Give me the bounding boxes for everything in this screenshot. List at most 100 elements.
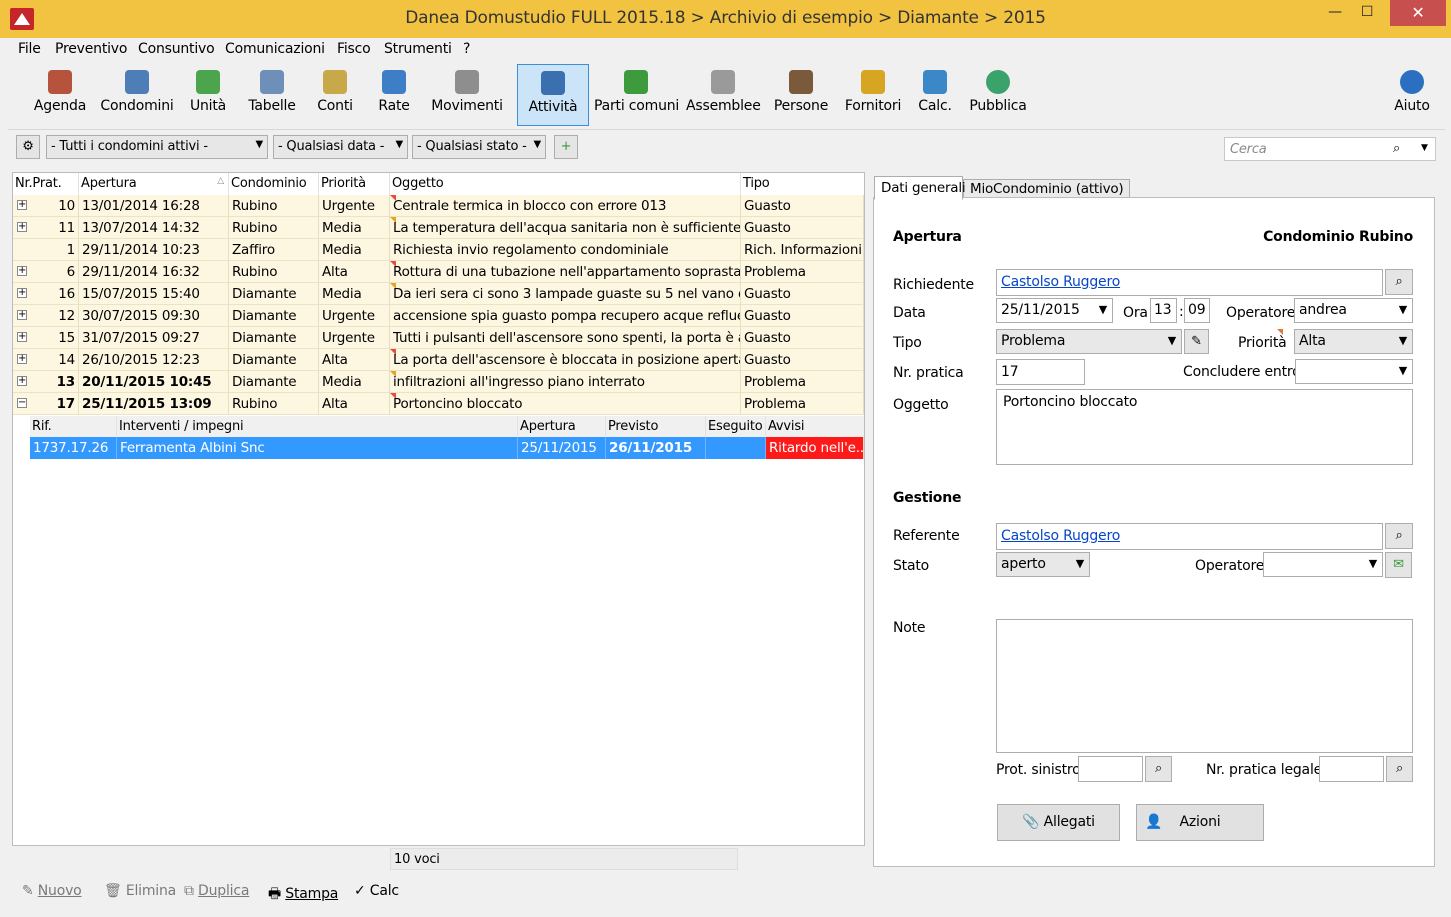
toolbar-movimenti-button[interactable]: Movimenti — [428, 64, 506, 126]
stampa-button[interactable]: 🖶 Stampa — [268, 883, 338, 907]
table-row[interactable]: −17 25/11/2015 13:09 Rubino Alta Portoncino … — [13, 393, 864, 415]
toolbar-parti-comuni-button[interactable]: Parti comuni — [594, 64, 679, 126]
toolbar-attivita-button[interactable]: Attività — [517, 64, 589, 126]
pratica-field[interactable]: 17 — [996, 359, 1085, 385]
duplica-button[interactable]: ⧉ Duplica — [184, 883, 249, 899]
azioni-button[interactable]: 👤 Azioni — [1136, 804, 1264, 841]
sub-col-previsto[interactable]: Previsto — [606, 416, 706, 438]
calc-button[interactable]: ✓ Calc — [354, 883, 399, 899]
date-filter-select[interactable]: - Qualsiasi data - ▼ — [273, 135, 408, 159]
toolbar-unita-button[interactable]: Unità — [182, 64, 234, 126]
menu-preventivo[interactable]: Preventivo — [55, 41, 127, 57]
toolbar-rate-button[interactable]: Rate — [370, 64, 418, 126]
state-filter-select[interactable]: - Qualsiasi stato - ▼ — [412, 135, 546, 159]
referente-field[interactable]: Castolso Ruggero — [996, 523, 1383, 550]
toolbar-persone-button[interactable]: Persone — [770, 64, 832, 126]
data-date-picker[interactable]: 25/11/2015 ▼ — [996, 298, 1113, 323]
oggetto-textarea[interactable]: Portoncino bloccato — [996, 389, 1413, 465]
nuovo-button[interactable]: ✎ Nuovo — [22, 883, 82, 899]
tipo-select[interactable]: Problema ▼ — [996, 329, 1182, 354]
sub-col-interventi[interactable]: Interventi / impegni — [117, 416, 518, 438]
cell-priorita: Media — [319, 283, 390, 305]
table-row[interactable]: +12 30/07/2015 09:30 Diamante Urgente accens… — [13, 305, 864, 327]
concludere-select[interactable]: ▼ — [1295, 359, 1413, 384]
table-row[interactable]: +13 20/11/2015 10:45 Diamante Media infiltra… — [13, 371, 864, 393]
search-icon: ⌕ — [1395, 761, 1404, 776]
prot-search-button[interactable]: ⌕ — [1145, 756, 1172, 782]
col-header-apertura[interactable]: Apertura △ — [79, 173, 229, 195]
search-placeholder: Cerca — [1230, 142, 1267, 157]
priorita-select[interactable]: Alta ▼ — [1294, 329, 1413, 354]
toolbar-fornitori-button[interactable]: Fornitori — [842, 64, 904, 126]
table-row[interactable]: +10 13/01/2014 16:28 Rubino Urgente Centrale… — [13, 195, 864, 217]
toolbar-calc-button[interactable]: Calc. — [914, 64, 956, 126]
toolbar-conti-button[interactable]: Conti — [310, 64, 360, 126]
maximize-button[interactable]: ☐ — [1352, 4, 1382, 26]
menu-help[interactable]: ? — [463, 41, 470, 57]
allegati-button[interactable]: 📎 Allegati — [997, 804, 1120, 841]
sub-table-row[interactable]: 1737.17.26 Ferramenta Albini Snc 25/11/2… — [30, 437, 864, 459]
table-row[interactable]: +6 29/11/2014 16:32 Rubino Alta Rottura di u… — [13, 261, 864, 283]
menu-strumenti[interactable]: Strumenti — [384, 41, 452, 57]
referente-search-button[interactable]: ⌕ — [1385, 523, 1413, 549]
sub-col-apertura[interactable]: Apertura — [518, 416, 606, 438]
note-label: Note — [893, 620, 926, 636]
search-input[interactable]: Cerca ⌕ ▼ — [1224, 137, 1436, 161]
prot-field[interactable] — [1078, 756, 1143, 782]
richiedente-link[interactable]: Castolso Ruggero — [1001, 274, 1120, 290]
col-header-nr[interactable]: Nr.Prat. — [13, 173, 79, 195]
chevron-down-icon[interactable]: ▼ — [1421, 143, 1428, 153]
cell-condominio: Diamante — [229, 371, 319, 393]
toolbar-condomini-button[interactable]: Condomini — [100, 64, 174, 126]
settings-gear-button[interactable]: ⚙ — [16, 135, 40, 159]
toolbar-agenda-button[interactable]: Agenda — [28, 64, 92, 126]
richiedente-field[interactable]: Castolso Ruggero — [996, 269, 1383, 296]
tab-dati-generali[interactable]: Dati generali — [874, 176, 966, 200]
house-icon — [48, 70, 72, 94]
cell-condominio: Rubino — [229, 261, 319, 283]
sub-cell-intervento: Ferramenta Albini Snc — [117, 437, 518, 459]
menu-fisco[interactable]: Fisco — [337, 41, 371, 57]
main-toolbar: Agenda Condomini Unità Tabelle Conti Rat… — [8, 62, 1445, 130]
table-row[interactable]: +15 31/07/2015 09:27 Diamante Urgente Tutti … — [13, 327, 864, 349]
new-icon: ✎ — [22, 883, 38, 899]
menu-consuntivo[interactable]: Consuntivo — [138, 41, 215, 57]
sub-col-rif[interactable]: Rif. — [30, 416, 117, 438]
table-row[interactable]: +11 13/07/2014 14:32 Rubino Media La tempera… — [13, 217, 864, 239]
condomini-filter-select[interactable]: - Tutti i condomini attivi - ▼ — [46, 135, 268, 159]
table-row[interactable]: +14 26/10/2015 12:23 Diamante Alta La porta … — [13, 349, 864, 371]
col-header-priorita[interactable]: Priorità — [319, 173, 390, 195]
close-button[interactable]: ✕ — [1390, 0, 1446, 26]
sub-col-eseguito[interactable]: Eseguito — [706, 416, 766, 438]
legale-field[interactable] — [1319, 756, 1384, 782]
operatore-send-button[interactable]: ✉ — [1385, 552, 1412, 578]
col-header-oggetto[interactable]: Oggetto — [390, 173, 741, 195]
stato-select[interactable]: aperto ▼ — [996, 552, 1090, 577]
menu-file[interactable]: File — [18, 41, 41, 57]
operatore2-select[interactable]: ▼ — [1263, 552, 1383, 577]
cubes-icon — [196, 70, 220, 94]
sub-col-avvisi[interactable]: Avvisi — [766, 416, 864, 438]
toolbar-aiuto-button[interactable]: Aiuto — [1390, 64, 1434, 126]
toolbar-tabelle-button[interactable]: Tabelle — [242, 64, 302, 126]
toolbar-assemblee-button[interactable]: Assemblee — [686, 64, 761, 126]
minimize-button[interactable]: — — [1320, 4, 1350, 26]
table-row[interactable]: +16 15/07/2015 15:40 Diamante Media Da ieri … — [13, 283, 864, 305]
legale-search-button[interactable]: ⌕ — [1386, 756, 1413, 782]
cell-nr: 17 — [13, 393, 79, 415]
note-textarea[interactable] — [996, 619, 1413, 753]
ora-minute-field[interactable]: 09 — [1184, 298, 1210, 323]
table-row[interactable]: 1 29/11/2014 10:23 Zaffiro Media Richiesta i… — [13, 239, 864, 261]
toolbar-pubblica-button[interactable]: Pubblica — [966, 64, 1030, 126]
elimina-button[interactable]: 🗑 Elimina — [104, 883, 176, 899]
col-header-tipo[interactable]: Tipo — [741, 173, 864, 195]
col-header-condominio[interactable]: Condominio — [229, 173, 319, 195]
richiedente-search-button[interactable]: ⌕ — [1385, 269, 1413, 295]
menu-comunicazioni[interactable]: Comunicazioni — [225, 41, 325, 57]
filter-add-button[interactable]: + — [554, 135, 578, 159]
referente-label: Referente — [893, 528, 960, 544]
ora-hour-field[interactable]: 13 — [1150, 298, 1177, 323]
operatore-select[interactable]: andrea ▼ — [1294, 298, 1413, 323]
referente-link[interactable]: Castolso Ruggero — [1001, 528, 1120, 544]
tipo-edit-button[interactable]: ✎ — [1184, 329, 1209, 354]
